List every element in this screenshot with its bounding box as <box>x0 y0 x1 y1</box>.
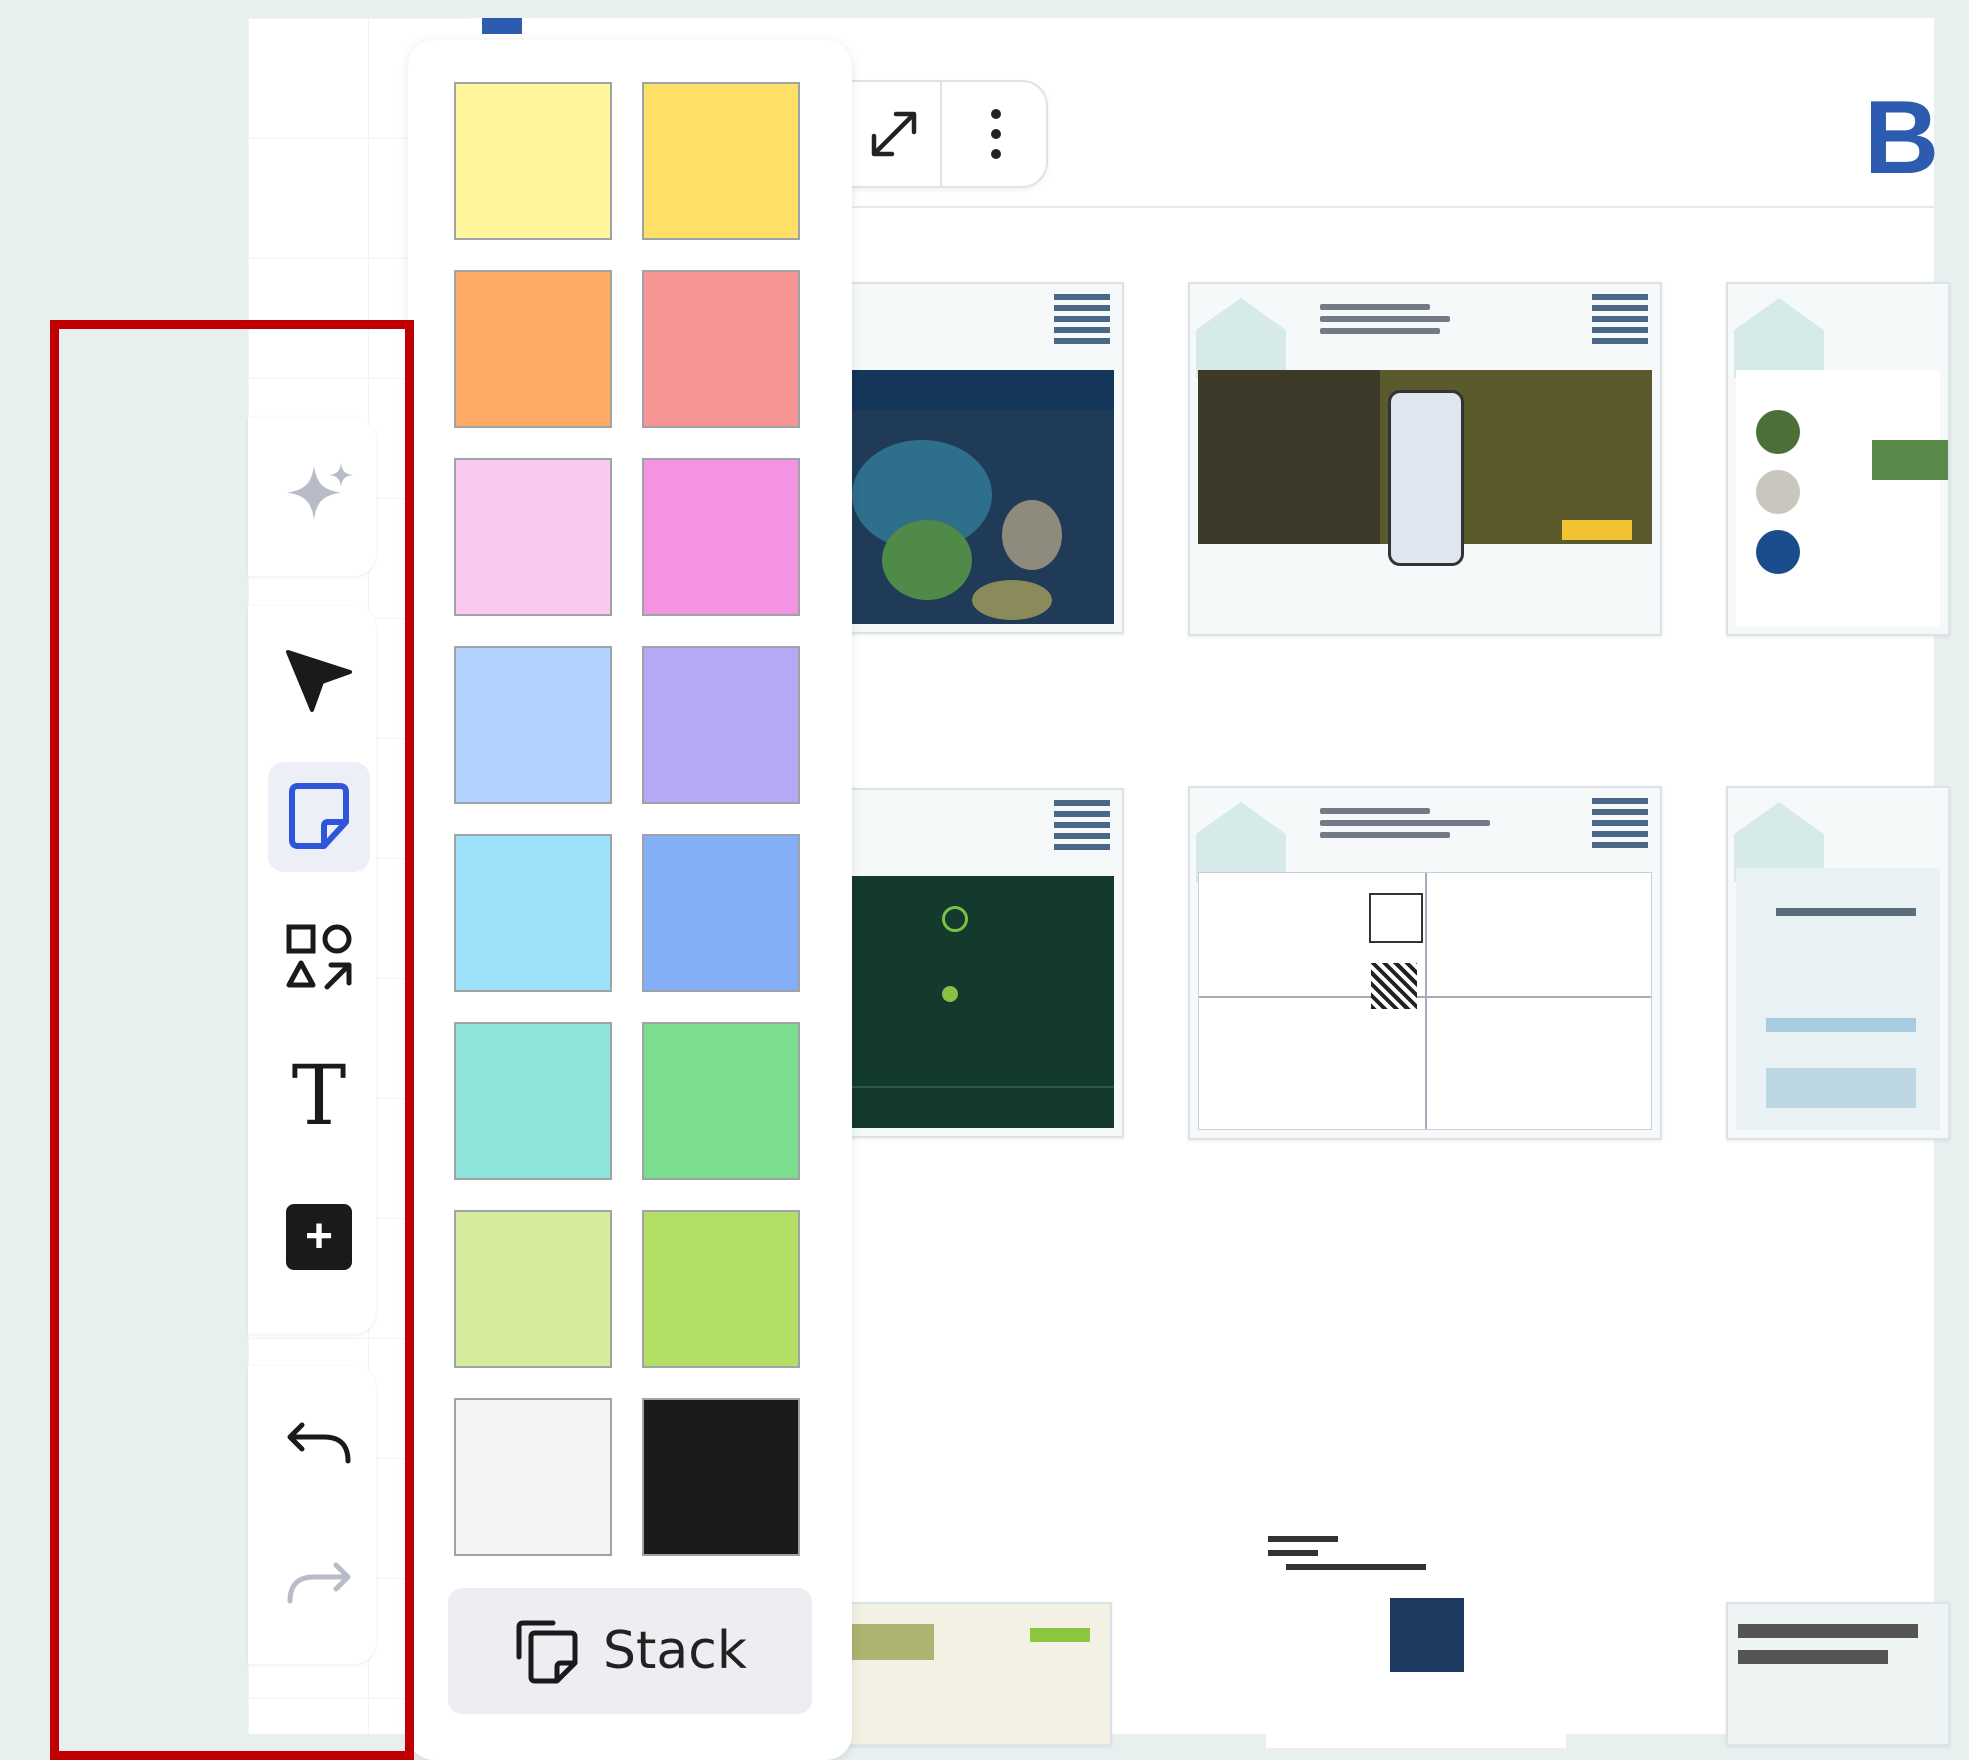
color-swatch[interactable] <box>454 82 612 240</box>
select-tool-button[interactable] <box>268 626 370 736</box>
poster-content <box>1736 370 1948 626</box>
poster-thumbnail[interactable] <box>812 282 1124 634</box>
text-tool-button[interactable]: T <box>268 1042 370 1152</box>
color-swatch[interactable] <box>642 1398 800 1556</box>
poster-thumbnail[interactable] <box>1188 282 1662 636</box>
undo-button[interactable] <box>268 1390 370 1500</box>
poster-content <box>1198 370 1652 566</box>
color-swatch[interactable] <box>454 1210 612 1368</box>
more-options-icon[interactable] <box>966 104 1026 164</box>
ai-assist-button[interactable] <box>268 442 370 552</box>
sticky-note-tool-button[interactable] <box>268 762 370 872</box>
stack-button[interactable]: Stack <box>448 1588 812 1714</box>
undo-icon <box>287 1422 351 1464</box>
cursor-arrow-icon <box>286 650 352 712</box>
blue-action-logo <box>1592 798 1648 850</box>
poster-watermark <box>1734 298 1824 378</box>
stack-icon <box>516 1620 578 1684</box>
color-swatch[interactable] <box>454 270 612 428</box>
toolbar-divider <box>940 82 942 186</box>
toolbar-tools-group: T + <box>248 606 376 1334</box>
shapes-icon <box>286 924 352 990</box>
sticky-note-icon <box>289 783 349 849</box>
redo-icon <box>287 1562 351 1604</box>
plus-glyph: + <box>304 1210 334 1263</box>
sticky-note-color-palette: Stack <box>408 40 852 1760</box>
color-swatch[interactable] <box>642 458 800 616</box>
poster-header <box>1320 802 1520 844</box>
poster-watermark <box>1196 802 1286 882</box>
poster-content <box>1736 868 1940 1130</box>
title-divider <box>840 206 1934 208</box>
poster-thumbnail[interactable] <box>1266 1528 1566 1748</box>
redo-button[interactable] <box>268 1530 370 1640</box>
poster-thumbnail[interactable] <box>1726 786 1950 1140</box>
frame-title-letter: B <box>1864 80 1940 196</box>
color-swatch[interactable] <box>642 646 800 804</box>
color-swatch[interactable] <box>454 1398 612 1556</box>
poster-thumbnail[interactable] <box>1188 786 1662 1140</box>
poster-content <box>822 370 1114 624</box>
stack-label: Stack <box>603 1621 747 1681</box>
poster-content <box>822 876 1114 1128</box>
color-swatch[interactable] <box>454 834 612 992</box>
blue-action-logo <box>1054 800 1110 852</box>
color-swatch[interactable] <box>454 646 612 804</box>
color-swatch[interactable] <box>642 834 800 992</box>
sparkle-icon <box>287 463 353 520</box>
color-swatch[interactable] <box>642 270 800 428</box>
poster-thumbnail[interactable] <box>1726 282 1950 636</box>
shapes-tool-button[interactable] <box>268 902 370 1012</box>
color-swatch[interactable] <box>642 82 800 240</box>
poster-thumbnail[interactable] <box>1726 1602 1950 1746</box>
expand-icon[interactable] <box>864 104 924 164</box>
color-swatch[interactable] <box>454 1022 612 1180</box>
toolbar-history-group <box>248 1366 376 1664</box>
plus-square-icon: + <box>286 1204 352 1270</box>
color-swatch[interactable] <box>642 1210 800 1368</box>
text-icon: T <box>291 1049 347 1144</box>
poster-content <box>1198 872 1652 1130</box>
poster-thumbnail[interactable] <box>812 1602 1112 1746</box>
blue-logo-mark <box>482 18 522 34</box>
poster-thumbnail[interactable] <box>812 788 1124 1138</box>
blue-action-logo <box>1054 294 1110 346</box>
color-swatch[interactable] <box>454 458 612 616</box>
poster-watermark <box>1196 298 1286 378</box>
poster-header <box>1320 298 1520 340</box>
add-tool-button[interactable]: + <box>268 1182 370 1292</box>
blue-action-logo <box>1592 294 1648 346</box>
toolbar-ai-group <box>248 418 376 576</box>
color-swatch[interactable] <box>642 1022 800 1180</box>
